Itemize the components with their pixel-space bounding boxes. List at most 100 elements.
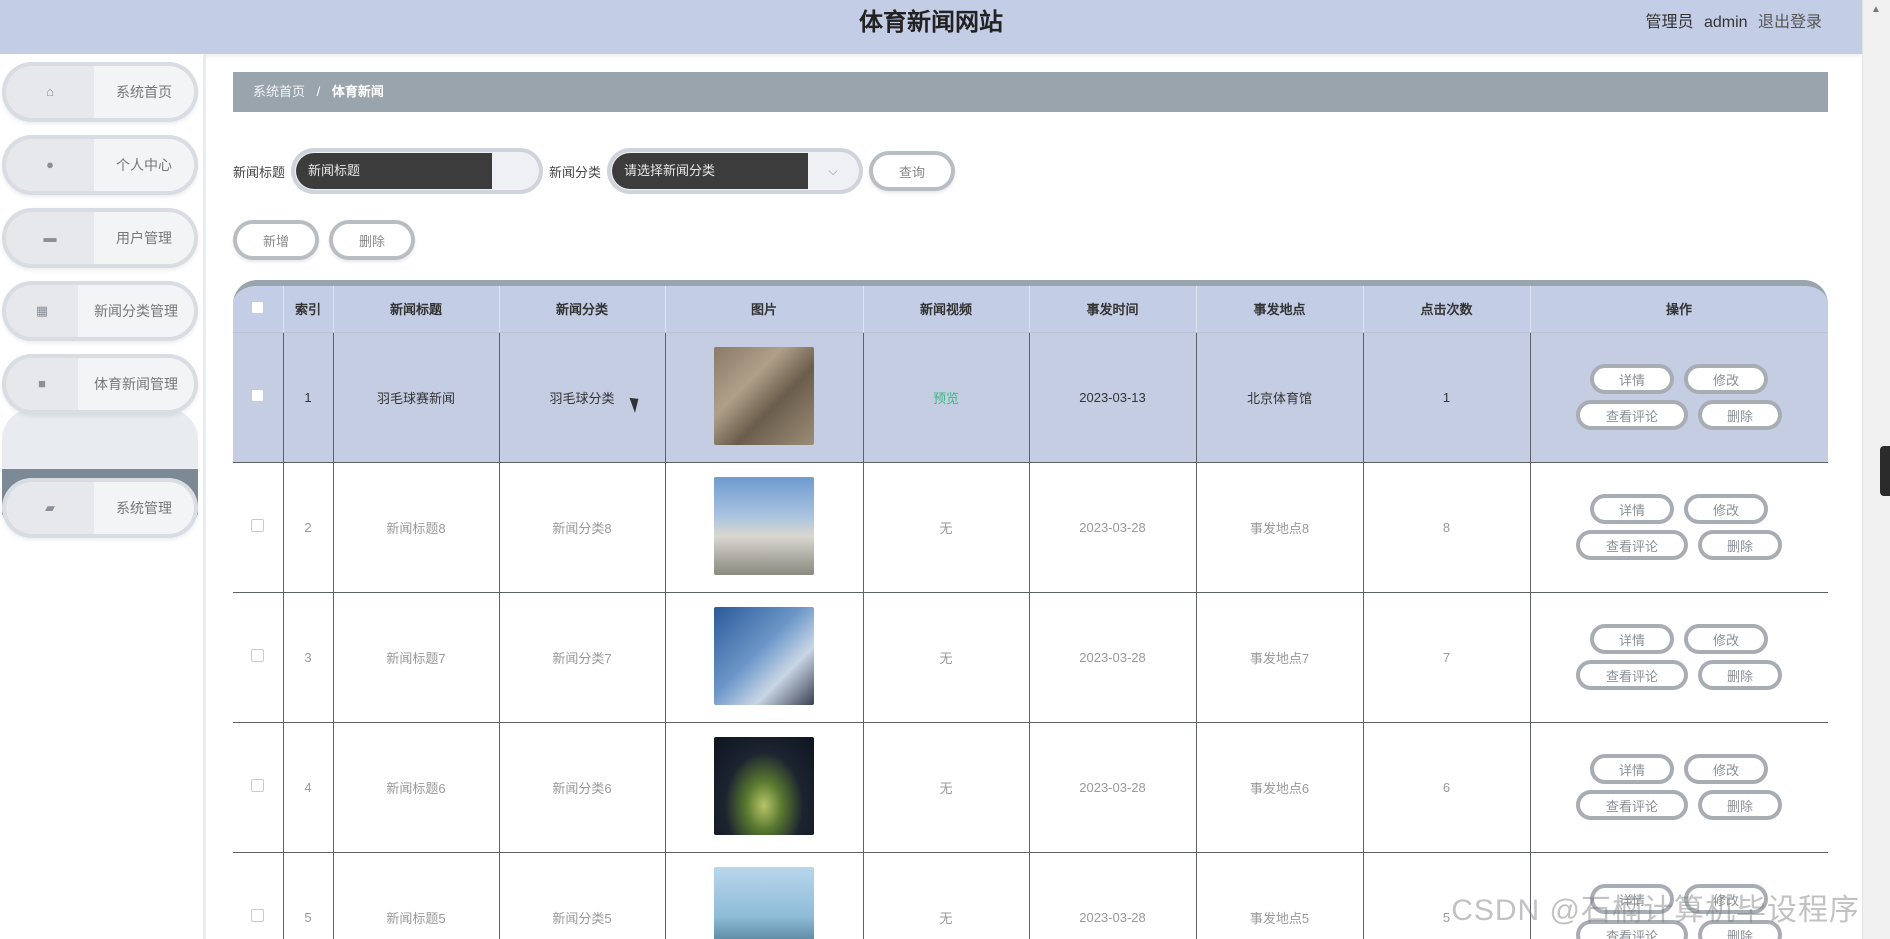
category-select-text: 请选择新闻分类 bbox=[612, 153, 809, 189]
user-info: 管理员 admin 退出登录 bbox=[1639, 0, 1822, 46]
news-thumbnail bbox=[714, 866, 814, 939]
cell-time: 2023-03-28 bbox=[1029, 852, 1197, 939]
table-header-row: 索引 新闻标题 新闻分类 图片 新闻视频 事发时间 事发地点 点击次数 操作 bbox=[233, 286, 1828, 333]
detail-button[interactable]: 详情 bbox=[1590, 624, 1674, 654]
title-label: 新闻标题 bbox=[233, 164, 286, 180]
sidebar-item-profile[interactable]: ● 个人中心 bbox=[2, 135, 198, 195]
breadcrumb-separator: / bbox=[316, 84, 321, 99]
table-row[interactable]: 3 新闻标题7 新闻分类7 无 2023-03-28 事发地点7 7 详情 修改 … bbox=[233, 592, 1828, 723]
sidebar-item-sports-news[interactable]: ■ 体育新闻管理 bbox=[2, 354, 198, 414]
cell-place: 事发地点7 bbox=[1196, 592, 1364, 723]
col-header: 点击次数 bbox=[1363, 286, 1531, 333]
user-icon: ● bbox=[46, 157, 54, 172]
row-checkbox[interactable] bbox=[251, 389, 265, 402]
delete-button[interactable]: 删除 bbox=[1698, 530, 1782, 560]
cell-title: 羽毛球赛新闻 bbox=[333, 332, 500, 463]
detail-button[interactable]: 详情 bbox=[1590, 754, 1674, 784]
category-select[interactable]: 请选择新闻分类 ⌵ bbox=[607, 148, 864, 194]
cell-clicks: 1 bbox=[1363, 332, 1531, 463]
delete-button[interactable]: 删除 bbox=[1698, 660, 1782, 690]
batch-delete-button[interactable]: 删除 bbox=[329, 220, 415, 260]
edit-button[interactable]: 修改 bbox=[1684, 624, 1768, 654]
title-input-text: 新闻标题 bbox=[296, 153, 493, 189]
delete-button[interactable]: 删除 bbox=[1698, 400, 1782, 430]
row-checkbox[interactable] bbox=[251, 779, 265, 792]
table-row[interactable]: 4 新闻标题6 新闻分类6 无 2023-03-28 事发地点6 6 详情 修改 … bbox=[233, 722, 1828, 853]
cell-video: 预览 bbox=[863, 332, 1030, 463]
view-comments-button[interactable]: 查看评论 bbox=[1576, 400, 1688, 430]
cell-place: 事发地点5 bbox=[1196, 852, 1364, 939]
sidebar-item-label: 系统首页 bbox=[94, 66, 194, 118]
grid-icon-box: ▦ bbox=[6, 285, 78, 337]
cell-image bbox=[665, 592, 864, 723]
cell-category: 羽毛球分类 bbox=[499, 332, 666, 463]
sidebar-item-users[interactable]: ▬ 用户管理 bbox=[2, 208, 198, 268]
delete-button[interactable]: 删除 bbox=[1698, 790, 1782, 820]
col-header: 新闻标题 bbox=[333, 286, 500, 333]
briefcase-icon-box: ▰ bbox=[6, 482, 94, 534]
cell-place: 事发地点6 bbox=[1196, 722, 1364, 853]
breadcrumb-home[interactable]: 系统首页 bbox=[253, 84, 305, 99]
edit-button[interactable]: 修改 bbox=[1684, 754, 1768, 784]
video-icon-box: ■ bbox=[6, 358, 78, 410]
edit-button[interactable]: 修改 bbox=[1684, 494, 1768, 524]
cell-ops: 详情 修改 查看评论 删除 bbox=[1530, 722, 1828, 853]
sidebar-item-home[interactable]: ⌂ 系统首页 bbox=[2, 62, 198, 122]
row-checkbox[interactable] bbox=[251, 519, 265, 532]
page-scrollbar[interactable]: ▲ bbox=[1862, 0, 1890, 939]
detail-button[interactable]: 详情 bbox=[1590, 494, 1674, 524]
detail-button[interactable]: 详情 bbox=[1590, 364, 1674, 394]
view-comments-button[interactable]: 查看评论 bbox=[1576, 790, 1688, 820]
select-all-cell bbox=[233, 286, 284, 333]
scroll-thumb[interactable] bbox=[1880, 446, 1890, 496]
category-select-tail: ⌵ bbox=[808, 153, 859, 189]
breadcrumb: 系统首页 / 体育新闻 bbox=[233, 72, 1828, 112]
title-input-tail bbox=[492, 153, 539, 189]
sidebar-item-system[interactable]: ▰ 系统管理 bbox=[2, 478, 198, 538]
cell-image bbox=[665, 852, 864, 939]
users-icon: ▬ bbox=[43, 230, 57, 245]
cell-title: 新闻标题7 bbox=[333, 592, 500, 723]
row-actions: 详情 修改 查看评论 删除 bbox=[1531, 624, 1828, 690]
cell-index: 3 bbox=[283, 592, 334, 723]
select-all-checkbox[interactable] bbox=[251, 300, 265, 314]
edit-button[interactable]: 修改 bbox=[1684, 364, 1768, 394]
row-checkbox[interactable] bbox=[251, 909, 265, 922]
cell-category: 新闻分类5 bbox=[499, 852, 666, 939]
cell-place: 北京体育馆 bbox=[1196, 332, 1364, 463]
logout-link[interactable]: 退出登录 bbox=[1758, 14, 1822, 31]
query-button[interactable]: 查询 bbox=[869, 151, 956, 191]
row-actions: 详情 修改 查看评论 删除 bbox=[1531, 364, 1828, 430]
title-search-input[interactable]: 新闻标题 bbox=[291, 148, 544, 194]
news-thumbnail bbox=[714, 736, 814, 835]
scroll-up-icon[interactable]: ▲ bbox=[1871, 4, 1881, 15]
chevron-down-icon: ⌵ bbox=[828, 163, 838, 178]
cell-index: 5 bbox=[283, 852, 334, 939]
view-comments-button[interactable]: 查看评论 bbox=[1576, 530, 1688, 560]
home-icon: ⌂ bbox=[46, 84, 54, 99]
cell-time: 2023-03-28 bbox=[1029, 722, 1197, 853]
col-header: 事发地点 bbox=[1196, 286, 1364, 333]
table-row[interactable]: 2 新闻标题8 新闻分类8 无 2023-03-28 事发地点8 8 详情 修改 … bbox=[233, 462, 1828, 593]
video-icon: ■ bbox=[38, 376, 46, 391]
news-thumbnail bbox=[714, 476, 814, 575]
breadcrumb-current: 体育新闻 bbox=[331, 84, 384, 99]
top-header: 体育新闻网站 管理员 admin 退出登录 bbox=[0, 0, 1862, 54]
cell-index: 2 bbox=[283, 462, 334, 593]
add-button[interactable]: 新增 bbox=[233, 220, 319, 260]
cell-clicks: 8 bbox=[1363, 462, 1531, 593]
sidebar-item-label: 新闻分类管理 bbox=[78, 285, 194, 337]
cell-time: 2023-03-28 bbox=[1029, 592, 1197, 723]
cell-ops: 详情 修改 查看评论 删除 bbox=[1530, 592, 1828, 723]
view-comments-button[interactable]: 查看评论 bbox=[1576, 660, 1688, 690]
cell-category: 新闻分类8 bbox=[499, 462, 666, 593]
news-table: 索引 新闻标题 新闻分类 图片 新闻视频 事发时间 事发地点 点击次数 操作 1… bbox=[233, 280, 1828, 939]
row-actions: 详情 修改 查看评论 删除 bbox=[1531, 754, 1828, 820]
briefcase-icon: ▰ bbox=[45, 500, 55, 515]
cell-video: 无 bbox=[863, 592, 1030, 723]
cell-category: 新闻分类6 bbox=[499, 722, 666, 853]
table-row[interactable]: 1 羽毛球赛新闻 羽毛球分类 预览 2023-03-13 北京体育馆 1 详情修… bbox=[233, 332, 1828, 463]
row-checkbox[interactable] bbox=[251, 649, 265, 662]
sidebar-item-news-category[interactable]: ▦ 新闻分类管理 bbox=[2, 281, 198, 341]
video-preview-link[interactable]: 预览 bbox=[933, 391, 959, 406]
